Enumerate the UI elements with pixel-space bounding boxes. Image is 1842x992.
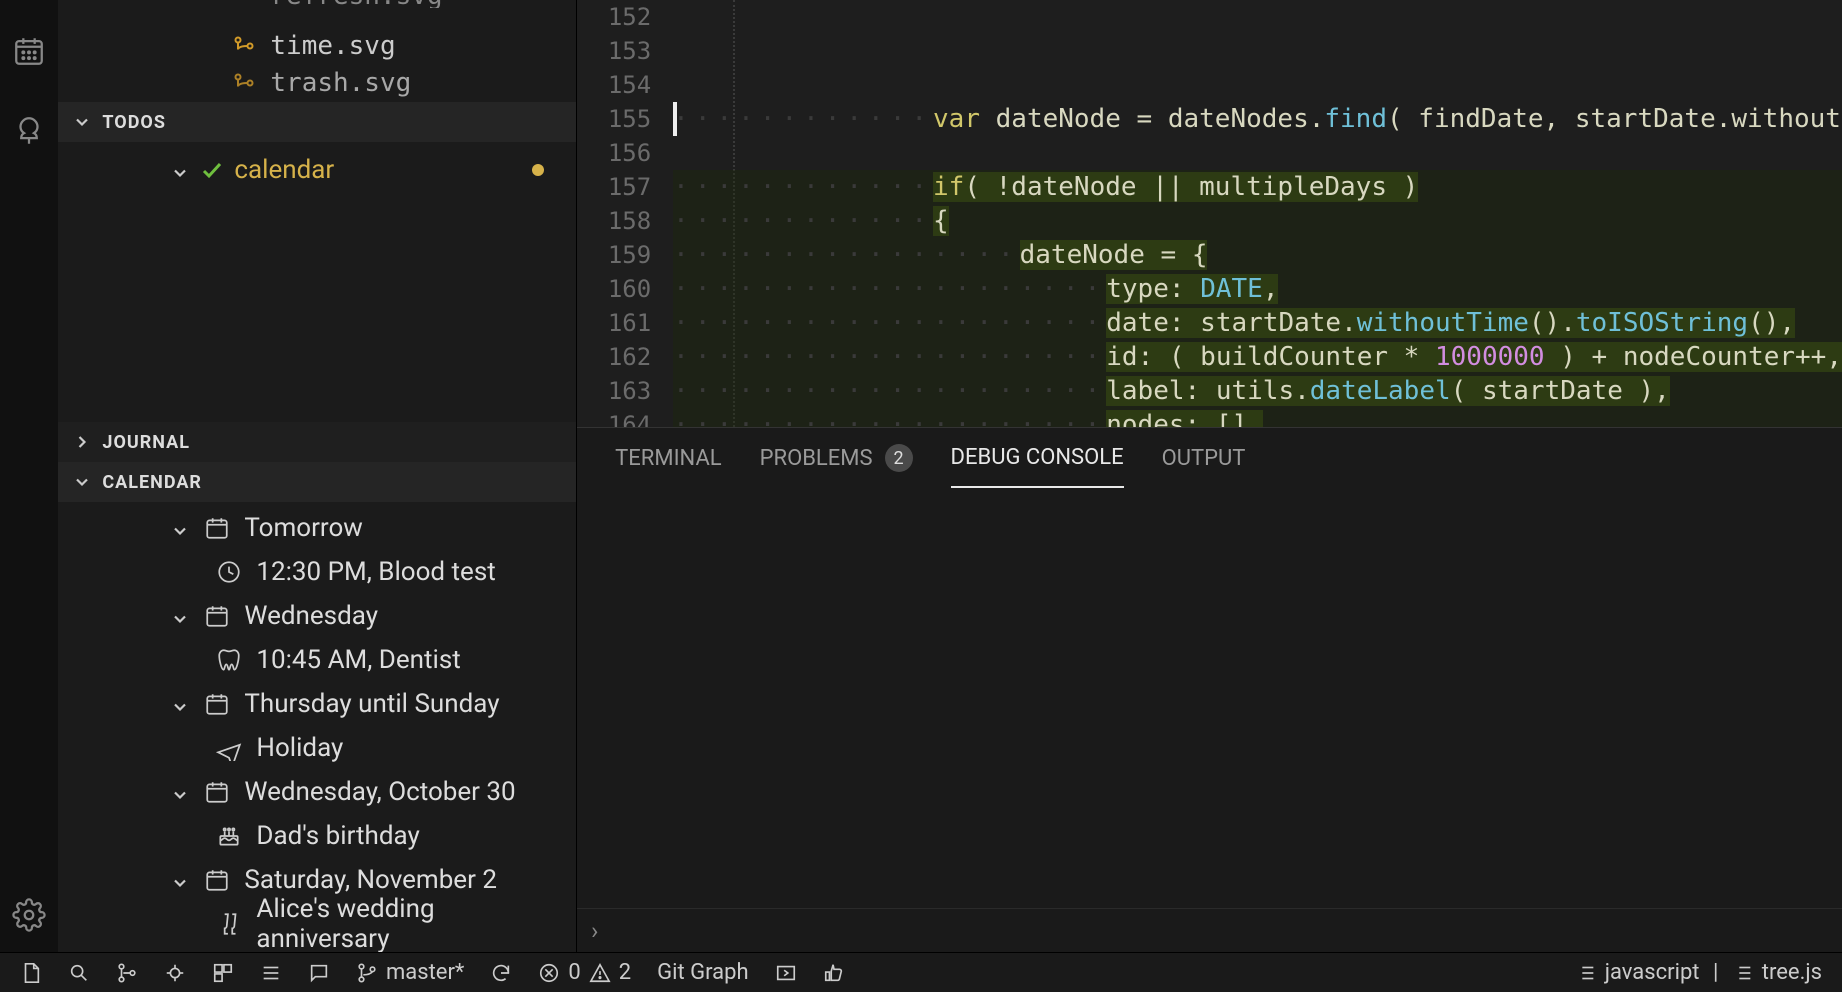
- calendar-event[interactable]: Dad's birthday: [58, 814, 576, 858]
- calendar-day[interactable]: Thursday until Sunday: [58, 682, 576, 726]
- activity-bar: [0, 0, 58, 952]
- status-source-control-icon[interactable]: [116, 962, 138, 984]
- calendar-body: Tomorrow 12:30 PM, Blood test Wednesday …: [58, 502, 576, 946]
- file-label: time.svg: [270, 31, 395, 61]
- svg-file-icon: [232, 34, 256, 58]
- tab-terminal[interactable]: TERMINAL: [615, 428, 721, 488]
- chevron-down-icon: [170, 160, 190, 180]
- chevron-down-icon: [170, 694, 190, 714]
- check-icon: [200, 158, 224, 182]
- bottom-panel: TERMINAL PROBLEMS 2 DEBUG CONSOLE OUTPUT…: [577, 427, 1842, 952]
- todos-section-header[interactable]: TODOS: [58, 102, 576, 142]
- clock-icon: [216, 559, 242, 585]
- debug-console-input[interactable]: ›: [577, 908, 1842, 952]
- chevron-down-icon: [170, 518, 190, 538]
- status-feedback-icon[interactable]: [308, 962, 330, 984]
- status-extensions-icon[interactable]: [212, 962, 234, 984]
- file-label: refresh.svg: [270, 0, 442, 8]
- calendar-activity-icon[interactable]: [12, 34, 46, 68]
- code-content[interactable]: ············var dateNode = dateNodes.fin…: [673, 0, 1842, 427]
- tab-problems[interactable]: PROBLEMS 2: [760, 428, 913, 488]
- journal-section-header[interactable]: JOURNAL: [58, 422, 576, 462]
- modified-dot-icon: [532, 164, 544, 176]
- calendar-icon: [204, 867, 230, 893]
- calendar-icon: [204, 779, 230, 805]
- chevron-down-icon: [72, 472, 92, 492]
- calendar-day-label: Saturday, November 2: [244, 865, 497, 895]
- calendar-event-text: Alice's wedding anniversary: [256, 894, 566, 952]
- file-item[interactable]: refresh.svg: [232, 0, 556, 8]
- calendar-event[interactable]: Alice's wedding anniversary: [58, 902, 576, 946]
- calendar-event-text: Dad's birthday: [256, 821, 419, 851]
- todos-body: calendar: [58, 142, 576, 422]
- svg-file-icon: [232, 71, 256, 95]
- line-number-gutter: 1521531541551561571581591601611621631641…: [577, 0, 673, 427]
- chevron-right-icon: [72, 432, 92, 452]
- calendar-day[interactable]: Wednesday, October 30: [58, 770, 576, 814]
- chevron-down-icon: [72, 112, 92, 132]
- problems-count-badge: 2: [885, 444, 913, 472]
- svg-file-icon: [232, 0, 256, 8]
- todo-label: calendar: [234, 155, 334, 185]
- birthday-cake-icon: [216, 823, 242, 849]
- calendar-day-label: Thursday until Sunday: [244, 689, 499, 719]
- status-thumbs-icon[interactable]: [823, 962, 845, 984]
- status-sync-icon[interactable]: [490, 962, 512, 984]
- calendar-day-label: Wednesday: [244, 601, 378, 631]
- branch-name: master*: [386, 960, 464, 985]
- tooth-icon: [216, 647, 242, 673]
- calendar-event-text: 12:30 PM, Blood test: [256, 557, 495, 587]
- file-item[interactable]: time.svg: [232, 24, 556, 68]
- chevron-down-icon: [170, 782, 190, 802]
- tab-debug-console[interactable]: DEBUG CONSOLE: [951, 428, 1124, 488]
- plane-icon: [216, 735, 242, 761]
- calendar-icon: [204, 691, 230, 717]
- status-bar: master* 0 2 Git Graph javascript | tree.…: [0, 952, 1842, 992]
- status-language-filter[interactable]: javascript | tree.js: [1575, 960, 1822, 985]
- debug-console-body[interactable]: [577, 488, 1842, 908]
- chevron-down-icon: [170, 606, 190, 626]
- calendar-icon: [204, 603, 230, 629]
- settings-gear-icon[interactable]: [12, 898, 46, 932]
- calendar-icon: [204, 515, 230, 541]
- editor-area: 1521531541551561571581591601611621631641…: [576, 0, 1842, 952]
- calendar-event-text: 10:45 AM, Dentist: [256, 645, 460, 675]
- tab-output[interactable]: OUTPUT: [1162, 428, 1246, 488]
- tree-activity-icon[interactable]: [12, 114, 46, 148]
- file-label: trash.svg: [270, 68, 411, 98]
- calendar-event[interactable]: Holiday: [58, 726, 576, 770]
- status-list-icon[interactable]: [260, 962, 282, 984]
- status-file-icon[interactable]: [20, 962, 42, 984]
- champagne-icon: [216, 911, 242, 937]
- file-item[interactable]: trash.svg: [232, 68, 556, 98]
- calendar-day-label: Tomorrow: [244, 513, 362, 543]
- status-dock-icon[interactable]: [775, 962, 797, 984]
- status-search-icon[interactable]: [68, 962, 90, 984]
- file-list: refresh.svg time.svg trash.svg: [58, 0, 576, 102]
- calendar-day[interactable]: Tomorrow: [58, 506, 576, 550]
- status-branch[interactable]: master*: [356, 960, 464, 985]
- calendar-section-header[interactable]: CALENDAR: [58, 462, 576, 502]
- status-errors[interactable]: 0 2: [538, 960, 631, 985]
- calendar-event[interactable]: 12:30 PM, Blood test: [58, 550, 576, 594]
- code-editor[interactable]: 1521531541551561571581591601611621631641…: [577, 0, 1842, 427]
- status-git-graph[interactable]: Git Graph: [657, 960, 748, 985]
- todo-item-calendar[interactable]: calendar: [58, 148, 576, 192]
- todos-title: TODOS: [102, 112, 166, 133]
- chevron-down-icon: [170, 870, 190, 890]
- calendar-day[interactable]: Wednesday: [58, 594, 576, 638]
- status-debug-icon[interactable]: [164, 962, 186, 984]
- sidebar: refresh.svg time.svg trash.svg TODOS: [58, 0, 576, 952]
- calendar-day-label: Wednesday, October 30: [244, 777, 515, 807]
- panel-tabs: TERMINAL PROBLEMS 2 DEBUG CONSOLE OUTPUT: [577, 428, 1842, 488]
- calendar-event[interactable]: 10:45 AM, Dentist: [58, 638, 576, 682]
- calendar-title: CALENDAR: [102, 472, 202, 493]
- calendar-event-text: Holiday: [256, 733, 343, 763]
- prompt-chevron-icon: ›: [591, 917, 598, 945]
- journal-title: JOURNAL: [102, 432, 190, 453]
